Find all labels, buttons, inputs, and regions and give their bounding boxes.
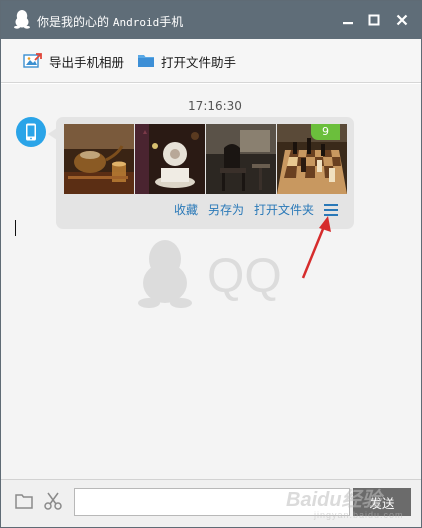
title-device: Android	[112, 16, 160, 29]
qq-chat-window: 你是我的心的 Android手机 导出手机相册 打开文件助手 17:16:30 …	[0, 0, 422, 528]
screenshot-scissors-icon[interactable]	[43, 491, 63, 511]
toolbar: 导出手机相册 打开文件助手	[1, 39, 421, 83]
send-button[interactable]: 发送	[353, 488, 411, 516]
folder-icon	[138, 55, 154, 67]
message-timestamp: 17:16:30	[188, 99, 242, 113]
qq-watermark-text: QQ	[207, 250, 282, 303]
open-file-assistant-button[interactable]: 打开文件助手	[137, 49, 236, 73]
window-title: 你是我的心的 Android手机	[37, 13, 183, 30]
favorite-link[interactable]: 收藏	[174, 201, 198, 218]
close-icon[interactable]	[393, 11, 411, 29]
photo-thumbnail-teapot[interactable]	[64, 124, 134, 194]
message-input[interactable]	[74, 488, 350, 516]
export-album-label: 导出手机相册	[49, 54, 125, 70]
title-suffix: 手机	[159, 15, 184, 29]
export-photos-icon	[23, 53, 42, 68]
input-bar: 发送	[1, 479, 421, 527]
qq-penguin-icon	[14, 10, 30, 29]
open-file-assistant-label: 打开文件助手	[161, 54, 237, 70]
chat-history[interactable]: 17:16:30 9 收藏 另存为 打开文件夹 QQ	[1, 84, 421, 479]
export-album-button[interactable]: 导出手机相册	[23, 49, 124, 73]
save-as-link[interactable]: 另存为	[208, 201, 244, 218]
annotation-arrow	[301, 216, 331, 279]
send-file-icon[interactable]	[14, 491, 34, 511]
title-prefix: 你是我的心的	[37, 15, 113, 29]
photo-thumbnail-flower[interactable]	[135, 124, 205, 194]
photo-thumbnail-chair[interactable]	[206, 124, 276, 194]
image-count-badge: 9	[311, 124, 340, 140]
minimize-icon[interactable]	[339, 11, 357, 29]
photo-thumbnails	[64, 124, 348, 194]
qq-logo-watermark: QQ	[138, 240, 282, 308]
title-bar[interactable]: 你是我的心的 Android手机	[1, 1, 421, 39]
text-caret	[15, 220, 16, 236]
phone-avatar-icon[interactable]	[16, 117, 46, 147]
maximize-icon[interactable]	[365, 11, 383, 29]
